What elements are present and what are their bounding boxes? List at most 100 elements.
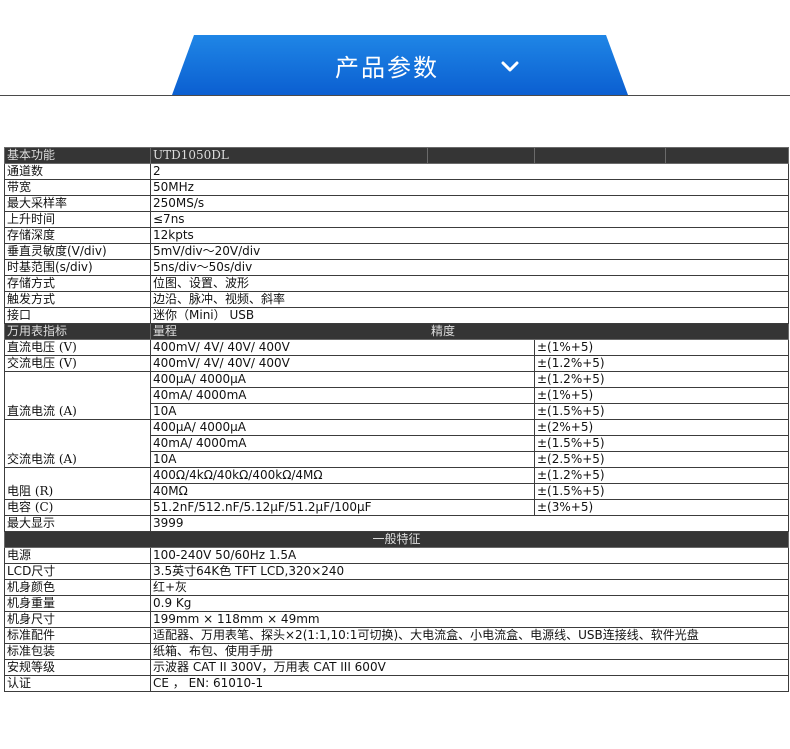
range-cell: 400μA/ 4000μA (150, 371, 535, 388)
table-row: 存储方式 位图、设置、波形 (4, 275, 789, 292)
table-row: 带宽 50MHz (4, 179, 789, 196)
range-cell: 40mA/ 4000mA (150, 387, 535, 404)
section-title[interactable]: 产品参数 (0, 35, 790, 95)
range-header: 量程 (153, 324, 178, 339)
row-value: CE ， EN: 61010-1 (150, 675, 789, 692)
row-value: 红+灰 (150, 579, 789, 596)
table-row: 机身尺寸 199mm × 118mm × 49mm (4, 611, 789, 628)
accuracy-header: 精度 (431, 324, 456, 339)
table-row: 触发方式 边沿、脉冲、视频、斜率 (4, 291, 789, 308)
table-row: 机身重量 0.9 Kg (4, 595, 789, 612)
table-header-basic: 基本功能 UTD1050DL (4, 147, 789, 164)
row-value: 199mm × 118mm × 49mm (150, 611, 789, 628)
row-label: 机身重量 (4, 595, 151, 612)
row-label: 安规等级 (4, 659, 151, 676)
row-label: 机身颜色 (4, 579, 151, 596)
accuracy-cell: ±(1.2%+5) (534, 371, 789, 388)
row-value: 3999 (150, 515, 789, 532)
table-header-meter: 万用表指标 量程 精度 (4, 323, 789, 340)
row-label: 电源 (4, 547, 151, 564)
table-row: LCD尺寸 3.5英寸64K色 TFT LCD,320×240 (4, 563, 789, 580)
header-cell: 一般特征 (4, 531, 789, 548)
table-row: 垂直灵敏度(V/div) 5mV/div～20V/div (4, 243, 789, 260)
row-label: LCD尺寸 (4, 563, 151, 580)
row-value: 2 (150, 163, 789, 180)
row-value: 5ns/div～50s/div (150, 259, 789, 276)
table-row: 直流电压 (V) 400mV/ 4V/ 40V/ 400V ±(1%+5) (4, 339, 789, 356)
row-label: 存储方式 (4, 275, 151, 292)
row-label: 标准配件 (4, 627, 151, 644)
accuracy-cell: ±(2%+5) (534, 419, 789, 436)
row-value: 迷你（Mini） USB (150, 307, 789, 324)
header-cell: 量程 精度 (150, 323, 789, 340)
header-cell: UTD1050DL (150, 147, 789, 164)
accuracy-cell: ±(1%+5) (534, 339, 789, 356)
table-row: 接口 迷你（Mini） USB (4, 307, 789, 324)
table-row: 通道数 2 (4, 163, 789, 180)
row-value: 100-240V 50/60Hz 1.5A (150, 547, 789, 564)
range-cell: 51.2nF/512.nF/5.12μF/51.2μF/100μF (150, 499, 535, 516)
table-row: 直流电流 (A) 400μA/ 4000μA ±(1.2%+5) (4, 371, 789, 420)
header-divider (0, 95, 790, 96)
accuracy-cell: ±(1.5%+5) (534, 435, 789, 452)
row-label: 机身尺寸 (4, 611, 151, 628)
accuracy-cell: ±(1.2%+5) (534, 355, 789, 372)
range-cell: 400μA/ 4000μA (150, 419, 535, 436)
row-label: 标准包装 (4, 643, 151, 660)
row-label: 最大显示 (4, 515, 151, 532)
row-value: 边沿、脉冲、视频、斜率 (150, 291, 789, 308)
row-label: 存储深度 (4, 227, 151, 244)
row-label: 直流电压 (V) (4, 339, 151, 356)
row-value: 位图、设置、波形 (150, 275, 789, 292)
row-label: 接口 (4, 307, 151, 324)
section-title-text: 产品参数 (335, 53, 439, 82)
range-cell: 40MΩ (150, 483, 535, 500)
table-row: 标准配件 适配器、万用表笔、探头×2(1:1,10:1可切换)、大电流盒、小电流盒… (4, 627, 789, 644)
row-value: 纸箱、布包、使用手册 (150, 643, 789, 660)
row-value: 3.5英寸64K色 TFT LCD,320×240 (150, 563, 789, 580)
table-row: 最大显示 3999 (4, 515, 789, 532)
table-row: 安规等级 示波器 CAT II 300V，万用表 CAT III 600V (4, 659, 789, 676)
table-header-general: 一般特征 (4, 531, 789, 548)
accuracy-cell: ±(1.2%+5) (534, 467, 789, 484)
accuracy-cell: ±(1.5%+5) (534, 483, 789, 500)
table-row: 交流电流 (A) 400μA/ 4000μA ±(2%+5) (4, 419, 789, 468)
table-row: 电源 100-240V 50/60Hz 1.5A (4, 547, 789, 564)
range-cell: 10A (150, 403, 535, 420)
accuracy-cell: ±(3%+5) (534, 499, 789, 516)
accuracy-cell: ±(1.5%+5) (534, 403, 789, 420)
row-label: 通道数 (4, 163, 151, 180)
range-cell: 400Ω/4kΩ/40kΩ/400kΩ/4MΩ (150, 467, 535, 484)
row-label: 最大采样率 (4, 195, 151, 212)
row-label: 电容 (C) (4, 499, 151, 516)
row-label: 上升时间 (4, 211, 151, 228)
table-row: 电阻 (R) 400Ω/4kΩ/40kΩ/400kΩ/4MΩ ±(1.2%+5) (4, 467, 789, 500)
header-cell: 基本功能 (4, 147, 151, 164)
table-row: 最大采样率 250MS/s (4, 195, 789, 212)
range-cell: 400mV/ 4V/ 40V/ 400V (150, 355, 535, 372)
range-cell: 400mV/ 4V/ 40V/ 400V (150, 339, 535, 356)
table-row: 电容 (C) 51.2nF/512.nF/5.12μF/51.2μF/100μF… (4, 499, 789, 516)
table-row: 上升时间 ≤7ns (4, 211, 789, 228)
row-label: 电阻 (R) (4, 467, 151, 500)
row-label: 带宽 (4, 179, 151, 196)
header-cell: 万用表指标 (4, 323, 151, 340)
accuracy-cell: ±(1%+5) (534, 387, 789, 404)
row-label: 直流电流 (A) (4, 371, 151, 420)
model-label: UTD1050DL (153, 148, 229, 163)
range-cell: 10A (150, 451, 535, 468)
row-label: 时基范围(s/div) (4, 259, 151, 276)
row-value: 适配器、万用表笔、探头×2(1:1,10:1可切换)、大电流盒、小电流盒、电源线… (150, 627, 789, 644)
row-value: 250MS/s (150, 195, 789, 212)
row-value: 0.9 Kg (150, 595, 789, 612)
row-label: 交流电流 (A) (4, 419, 151, 468)
table-row: 认证 CE ， EN: 61010-1 (4, 675, 789, 692)
row-label: 触发方式 (4, 291, 151, 308)
row-value: 示波器 CAT II 300V，万用表 CAT III 600V (150, 659, 789, 676)
table-row: 机身颜色 红+灰 (4, 579, 789, 596)
spec-table: 基本功能 UTD1050DL 通道数 2 带宽 50MHz 最大采样率 250MS/s… (4, 147, 789, 692)
accuracy-cell: ±(2.5%+5) (534, 451, 789, 468)
row-value: 12kpts (150, 227, 789, 244)
row-label: 交流电压 (V) (4, 355, 151, 372)
chevron-down-icon[interactable] (500, 59, 520, 75)
